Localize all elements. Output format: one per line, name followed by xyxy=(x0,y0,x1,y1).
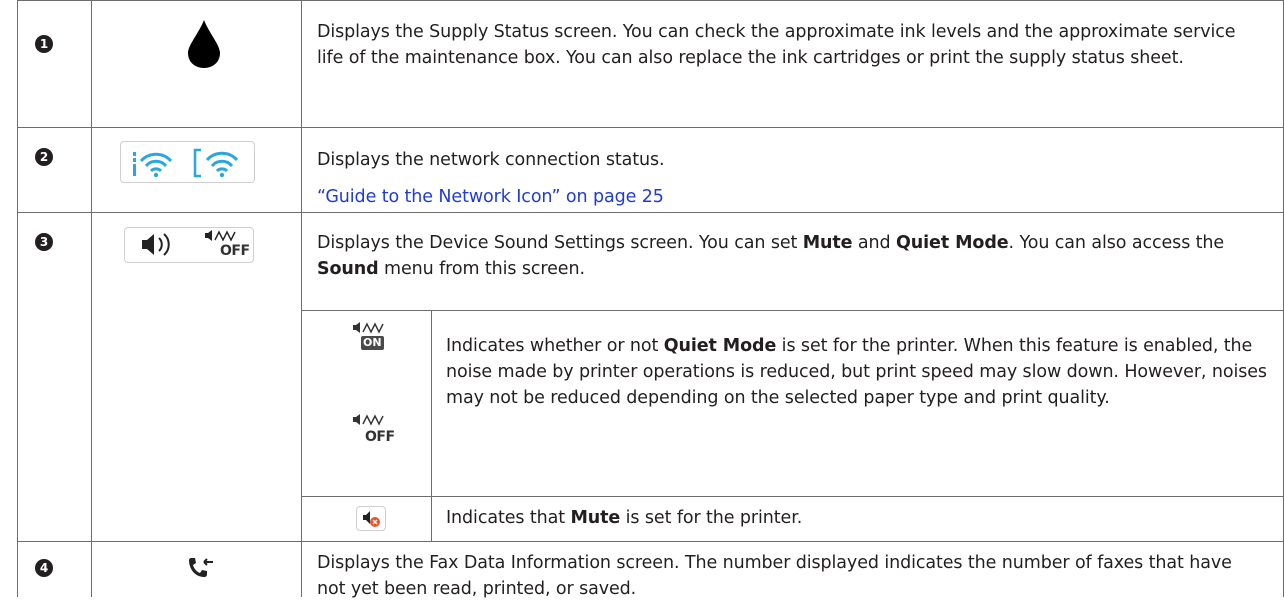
table-border xyxy=(91,0,92,597)
network-icon-guide-link[interactable]: “Guide to the Network Icon” on page 25 xyxy=(317,184,1262,210)
table-border xyxy=(17,127,1284,128)
table-border xyxy=(17,0,1284,1)
quiet-mode-on-icon: ON xyxy=(351,321,391,351)
row-description: Displays the Fax Data Information screen… xyxy=(317,553,1232,599)
table-border xyxy=(17,0,18,597)
row-description: Displays the Device Sound Settings scree… xyxy=(317,233,1225,279)
fax-data-icon xyxy=(189,558,213,577)
row-number: 4 xyxy=(35,559,53,577)
table-border xyxy=(301,496,1284,497)
mute-icon xyxy=(356,506,386,531)
row-number: 1 xyxy=(35,35,53,53)
quiet-off-label: OFF xyxy=(220,243,250,259)
row-number: 2 xyxy=(35,148,53,166)
network-status-icons xyxy=(120,141,255,183)
quiet-mode-off-icon: OFF xyxy=(351,413,395,445)
table-border xyxy=(17,212,1284,213)
row-description: Displays the network connection status. xyxy=(317,150,665,170)
row-number: 3 xyxy=(35,233,53,251)
table-border xyxy=(301,0,302,597)
row-description: Displays the Supply Status screen. You c… xyxy=(317,22,1236,68)
table-border xyxy=(301,310,1284,311)
network-icon xyxy=(133,148,239,178)
icon-description-table: 1 Displays the Supply Status screen. You… xyxy=(0,0,1284,599)
sound-settings-icons: OFF xyxy=(124,227,254,263)
quiet-mode-description: Indicates whether or not Quiet Mode is s… xyxy=(446,336,1267,408)
ink-drop-icon xyxy=(188,20,220,68)
mute-description: Indicates that Mute is set for the print… xyxy=(446,508,803,528)
table-border xyxy=(431,310,432,541)
table-border xyxy=(17,541,1284,542)
